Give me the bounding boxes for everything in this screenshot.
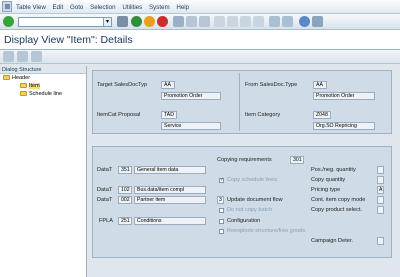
copy-requirements-label: Copying requirements bbox=[217, 157, 272, 163]
standard-toolbar: ▾ bbox=[0, 14, 400, 30]
find-next-icon[interactable] bbox=[199, 16, 210, 27]
itemcat-proposal-label: ItemCat Proposal bbox=[97, 112, 141, 118]
data-transfer-label: DataT bbox=[97, 187, 113, 193]
folder-open-icon bbox=[3, 75, 10, 80]
tree-item-item[interactable]: Item bbox=[0, 82, 86, 90]
from-doc-type-field[interactable]: AA bbox=[313, 81, 327, 89]
do-not-copy-batch-checkbox[interactable] bbox=[219, 208, 224, 213]
command-field[interactable] bbox=[18, 17, 104, 27]
item-category-text: Org.SO Repricing bbox=[313, 122, 375, 130]
copy-schedule-lines-label: Copy schedule lines bbox=[227, 177, 278, 183]
target-doc-type-label: Target SalesDocTyp bbox=[97, 82, 148, 88]
itemcat-proposal-field[interactable]: TAD bbox=[161, 111, 177, 119]
new-session-icon[interactable] bbox=[269, 16, 280, 27]
campaign-determination-label: Campaign Deter. bbox=[311, 238, 353, 244]
folder-icon bbox=[20, 91, 27, 96]
menu-goto[interactable]: Goto bbox=[70, 4, 83, 11]
menu-help[interactable]: Help bbox=[176, 4, 189, 11]
data-transfer-code[interactable]: 351 bbox=[118, 166, 132, 174]
title-bar: Display View "Item": Details bbox=[0, 30, 400, 50]
update-doc-flow-field[interactable]: 3 bbox=[217, 196, 224, 204]
tree-item-header[interactable]: Header bbox=[0, 74, 86, 82]
reexplode-label: Reexplode structure/free goods bbox=[227, 228, 306, 234]
copy-schedule-lines-checkbox[interactable] bbox=[219, 177, 224, 183]
next-page-icon[interactable] bbox=[240, 16, 251, 27]
dialog-structure-panel: Dialog Structure Header Item Schedule li… bbox=[0, 66, 87, 277]
copy-product-select-field[interactable] bbox=[377, 206, 384, 214]
copy-requirements-field[interactable]: 301 bbox=[290, 156, 304, 164]
cont-item-copy-mode-field[interactable] bbox=[377, 196, 384, 204]
find-icon[interactable] bbox=[186, 16, 197, 27]
update-doc-flow-label: Update document flow bbox=[227, 197, 283, 203]
itemcat-proposal-text: Service bbox=[161, 122, 221, 130]
tree-item-item-label: Item bbox=[29, 83, 40, 89]
fpla-text: Conditions bbox=[134, 217, 206, 225]
pricing-type-field[interactable]: A bbox=[377, 186, 384, 194]
data-transfer-text: Partner item bbox=[134, 196, 206, 204]
folder-icon bbox=[20, 83, 27, 88]
print-icon[interactable] bbox=[173, 16, 184, 27]
dialog-structure-title: Dialog Structure bbox=[0, 66, 86, 74]
fpla-code[interactable]: 251 bbox=[118, 217, 132, 225]
sap-logo-icon[interactable] bbox=[2, 1, 12, 12]
configuration-label: Configuration bbox=[227, 218, 261, 224]
tree-item-schedule-line[interactable]: Schedule line bbox=[0, 90, 86, 98]
data-transfer-text: General item data bbox=[134, 166, 206, 174]
data-transfer-label: DataT bbox=[97, 167, 113, 173]
data-transfer-text: Bus.data/item compl bbox=[134, 186, 206, 194]
data-transfer-code[interactable]: 002 bbox=[118, 196, 132, 204]
copy-control-group-box: Copying requirements 301 DataT 351 Gener… bbox=[92, 146, 392, 258]
shortcut-icon[interactable] bbox=[282, 16, 293, 27]
header-group-box: Target SalesDocTyp AA Promotion Order It… bbox=[92, 70, 392, 134]
do-not-copy-batch-label: Do not copy batch bbox=[227, 207, 273, 213]
last-page-icon[interactable] bbox=[253, 16, 264, 27]
back-icon[interactable] bbox=[131, 16, 142, 27]
copy-product-select-label: Copy product select. bbox=[311, 207, 362, 213]
menu-selection[interactable]: Selection bbox=[90, 4, 115, 11]
target-doc-type-text: Promotion Order bbox=[161, 92, 221, 100]
tree-item-header-label: Header bbox=[12, 75, 31, 81]
enter-icon[interactable] bbox=[3, 16, 14, 27]
data-transfer-label: DataT bbox=[97, 197, 113, 203]
menu-items: Table View Edit Goto Selection Utilities… bbox=[16, 4, 194, 11]
from-doc-type-text: Promotion Order bbox=[313, 92, 375, 100]
divider bbox=[239, 73, 240, 131]
cancel-icon[interactable] bbox=[157, 16, 168, 27]
help-icon[interactable] bbox=[299, 16, 310, 27]
tree-item-schedule-line-label: Schedule line bbox=[29, 91, 63, 97]
save-icon[interactable] bbox=[117, 16, 128, 27]
pos-neg-quantity-field[interactable] bbox=[377, 166, 384, 174]
previous-entry-icon[interactable] bbox=[17, 51, 28, 62]
from-doc-type-label: From SalesDoc.Type bbox=[245, 82, 298, 88]
item-category-field[interactable]: Z048 bbox=[313, 111, 331, 119]
command-dropdown-icon[interactable]: ▾ bbox=[104, 17, 112, 27]
pos-neg-quantity-label: Pos./neg. quantity bbox=[311, 167, 356, 173]
configuration-checkbox[interactable] bbox=[219, 219, 224, 224]
menu-bar: Table View Edit Goto Selection Utilities… bbox=[0, 0, 400, 14]
campaign-determination-field[interactable] bbox=[377, 237, 384, 245]
copy-quantity-label: Copy quantity bbox=[311, 177, 346, 183]
copy-quantity-field[interactable] bbox=[377, 176, 384, 184]
page-title: Display View "Item": Details bbox=[4, 34, 133, 46]
pricing-type-label: Pricing type bbox=[311, 187, 341, 193]
layout-icon[interactable] bbox=[312, 16, 323, 27]
fpla-label: FPLA bbox=[99, 218, 113, 224]
next-entry-icon[interactable] bbox=[31, 51, 42, 62]
menu-system[interactable]: System bbox=[149, 4, 170, 11]
menu-utilities[interactable]: Utilities bbox=[122, 4, 142, 11]
previous-page-icon[interactable] bbox=[227, 16, 238, 27]
change-display-icon[interactable] bbox=[3, 51, 14, 62]
item-category-label: Item Category bbox=[245, 112, 281, 118]
application-toolbar bbox=[0, 50, 400, 64]
cont-item-copy-mode-label: Cont. item copy mode bbox=[311, 197, 366, 203]
menu-edit[interactable]: Edit bbox=[53, 4, 64, 11]
first-page-icon[interactable] bbox=[214, 16, 225, 27]
main-area: Target SalesDocTyp AA Promotion Order It… bbox=[88, 66, 400, 277]
target-doc-type-field[interactable]: AA bbox=[161, 81, 175, 89]
menu-table-view[interactable]: Table View bbox=[16, 4, 46, 11]
exit-icon[interactable] bbox=[144, 16, 155, 27]
data-transfer-code[interactable]: 102 bbox=[118, 186, 132, 194]
reexplode-checkbox[interactable] bbox=[219, 229, 224, 234]
